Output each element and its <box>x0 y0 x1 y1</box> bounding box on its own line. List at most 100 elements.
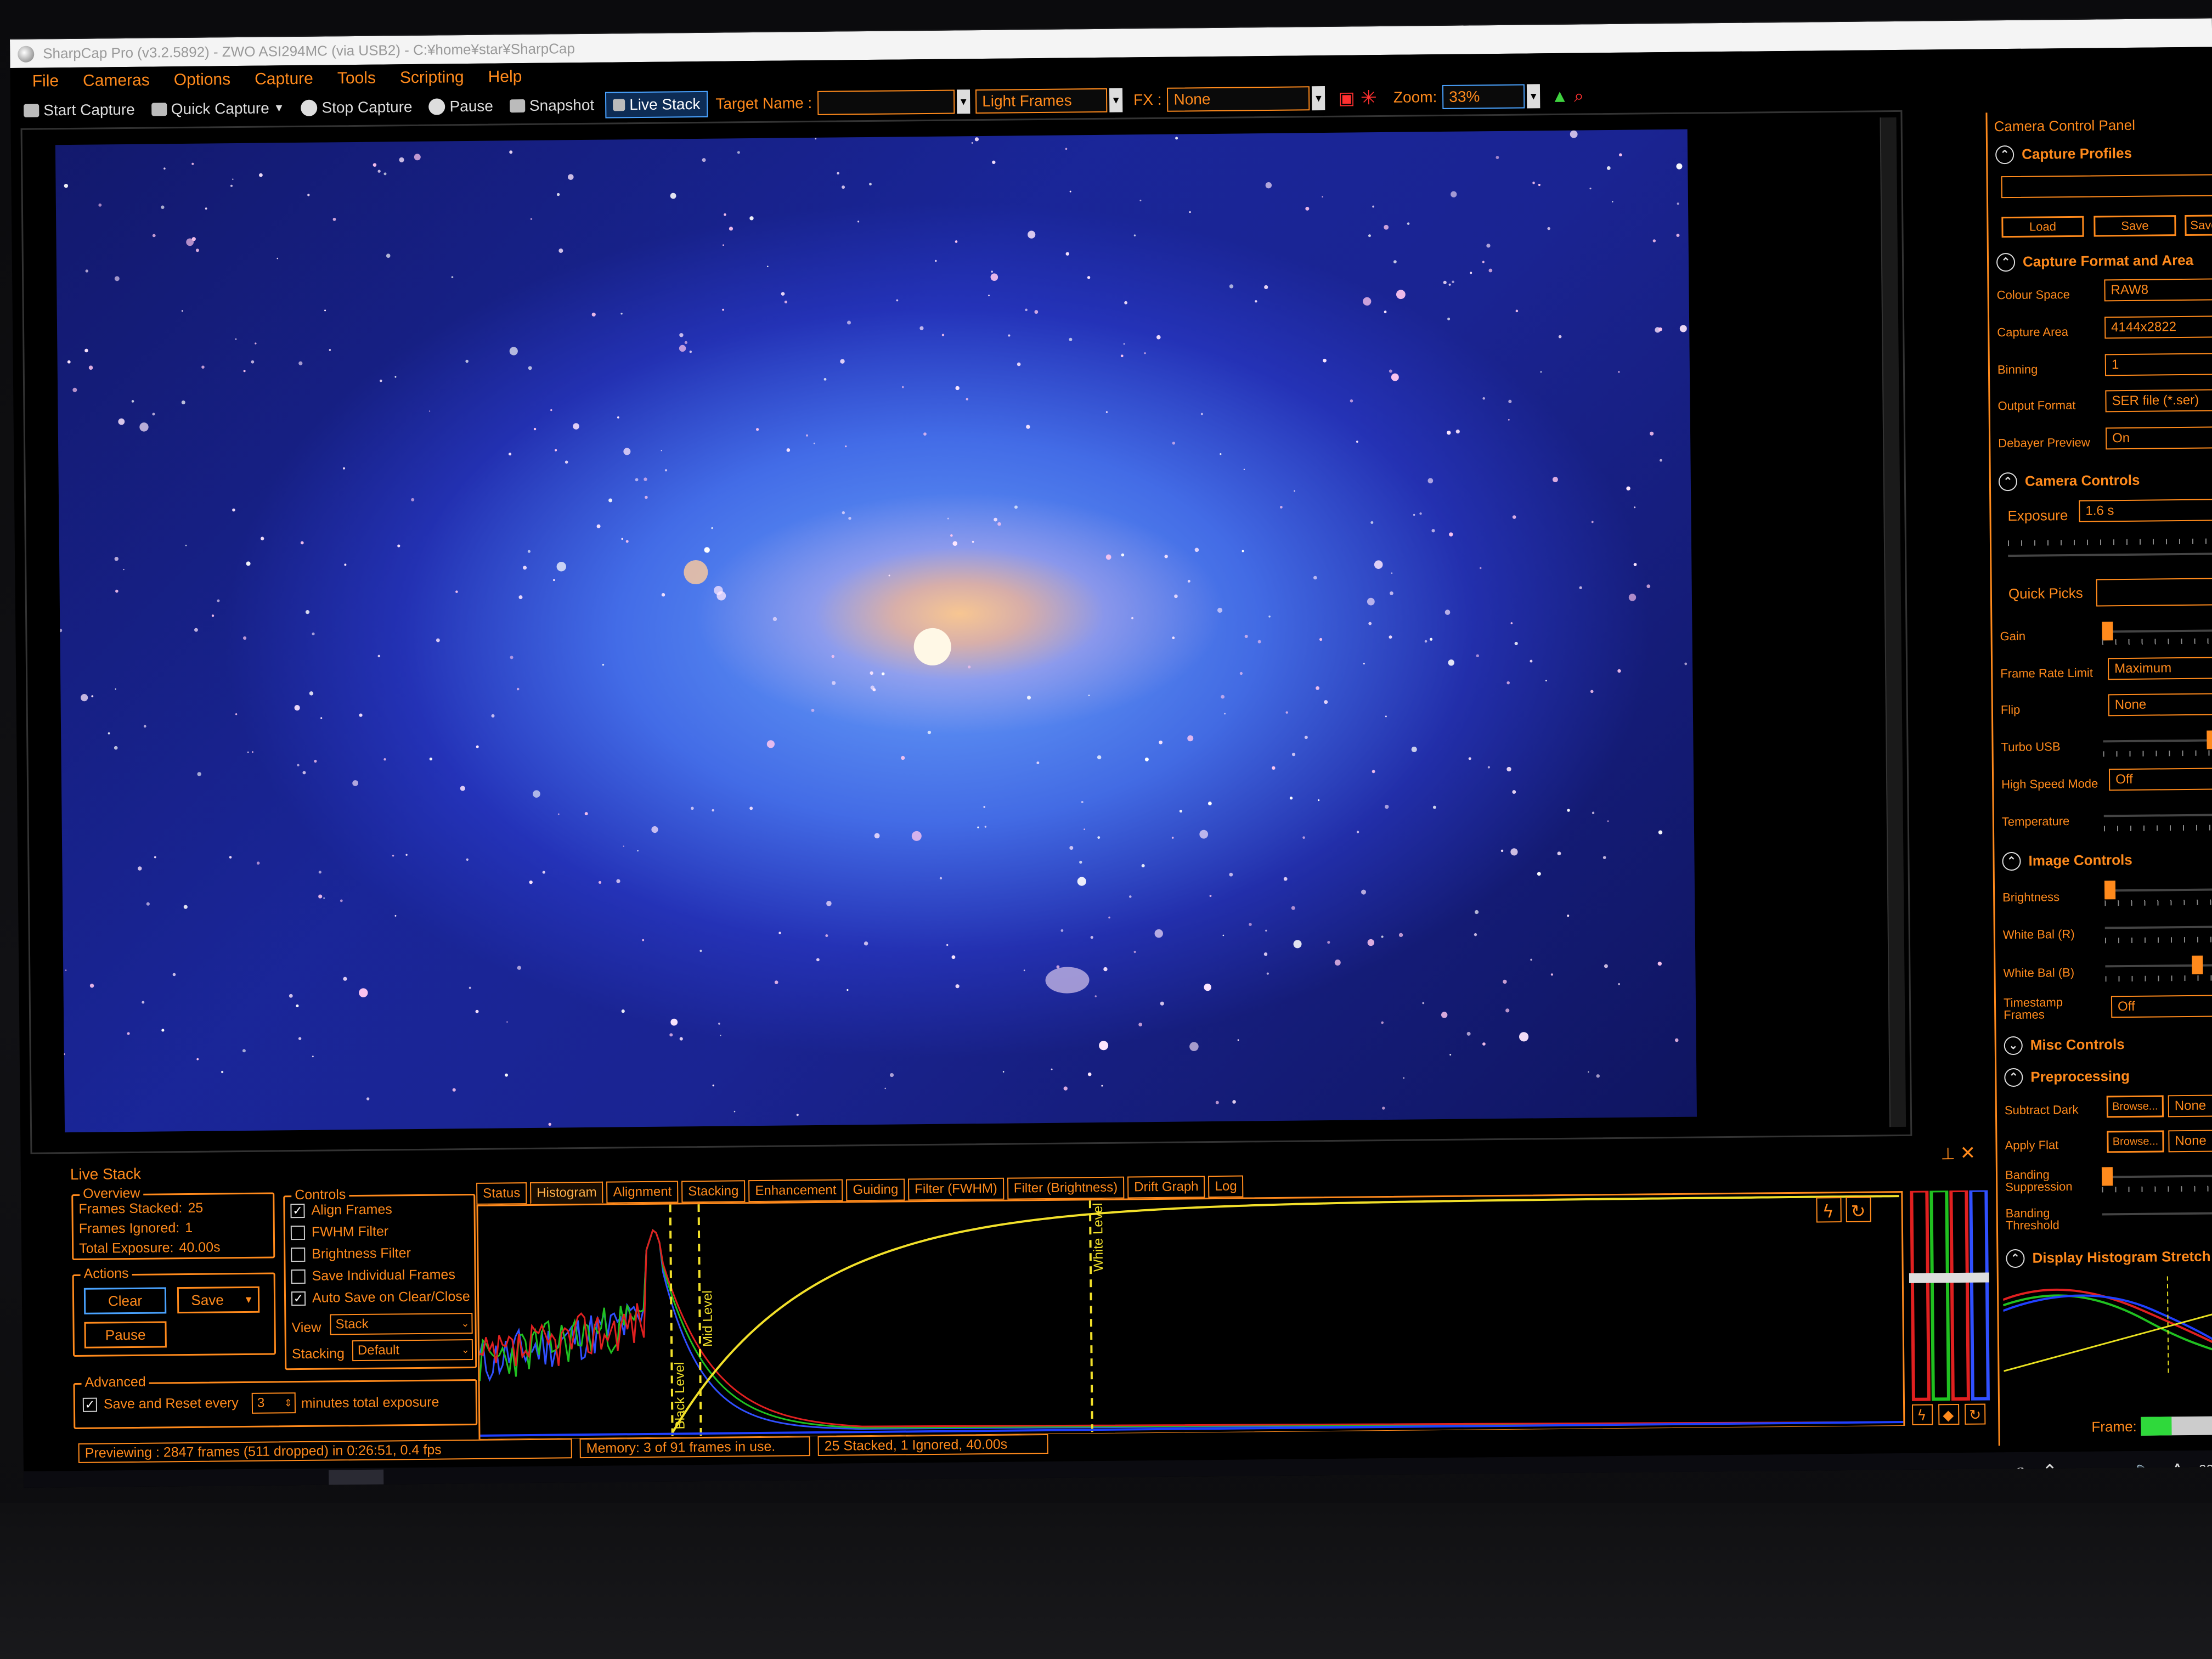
stacking-select[interactable]: Default ⌄ <box>352 1339 473 1362</box>
wb-b-slider-thumb[interactable] <box>2192 955 2203 974</box>
fx-select[interactable]: None <box>1167 86 1310 112</box>
tab-guiding[interactable]: Guiding <box>846 1178 905 1201</box>
brightness-slider-thumb[interactable] <box>2104 881 2116 900</box>
subtract-dark-value[interactable]: None <box>2168 1094 2212 1118</box>
apply-flat-browse-button[interactable]: Browse... <box>2107 1130 2164 1153</box>
clear-button[interactable]: Clear <box>83 1287 167 1314</box>
menu-scripting[interactable]: Scripting <box>400 64 464 92</box>
chevron-down-icon[interactable]: ▼ <box>1527 84 1541 109</box>
turbo-usb-slider[interactable] <box>2103 730 2212 749</box>
temperature-slider[interactable] <box>2103 814 2212 817</box>
load-profile-button[interactable]: Load <box>2001 216 2084 238</box>
save-as-profile-button[interactable]: Save <box>2185 215 2212 236</box>
pause-stack-button[interactable]: Pause <box>84 1321 167 1348</box>
menu-cameras[interactable]: Cameras <box>83 67 150 95</box>
reset-icon[interactable]: ↻ <box>1846 1197 1871 1222</box>
menu-options[interactable]: Options <box>174 66 231 94</box>
histogram-panel[interactable]: Black Level Mid Level White Level ϟ ↻ <box>476 1190 1905 1441</box>
chevron-up-icon[interactable]: ⌃ <box>1998 472 2018 492</box>
channel-level-bars[interactable]: ϟ ◆ ↻ <box>1908 1188 1991 1427</box>
tab-stacking[interactable]: Stacking <box>681 1180 746 1203</box>
apply-flat-value[interactable]: None <box>2168 1130 2212 1153</box>
blue-channel-bar[interactable] <box>1969 1188 1990 1401</box>
section-camera-controls[interactable]: ⌃ Camera Controls <box>1995 466 2212 494</box>
section-preprocessing[interactable]: ⌃ Preprocessing <box>2001 1062 2212 1090</box>
chevron-up-icon[interactable]: ⌃ <box>2006 1249 2025 1268</box>
brightness-filter-row[interactable]: Brightness Filter <box>291 1245 411 1262</box>
wb-r-slider[interactable] <box>2104 926 2212 929</box>
tab-filter-brightness[interactable]: Filter (Brightness) <box>1007 1176 1125 1200</box>
flip-select[interactable]: None <box>2108 693 2212 716</box>
exposure-input[interactable]: 1.6 s <box>2079 499 2212 522</box>
clock-year[interactable]: 2019 <box>2199 1462 2212 1478</box>
tab-log[interactable]: Log <box>1208 1175 1244 1198</box>
channel-bars-svg[interactable]: ϟ ◆ ↻ <box>1908 1188 1990 1426</box>
high-speed-select[interactable]: Off <box>2108 768 2212 791</box>
windows-start-icon[interactable]: ⊞ <box>100 1485 126 1488</box>
reticle-icon[interactable]: ✳ <box>1361 82 1378 113</box>
lightning-icon[interactable]: ϟ <box>1912 1404 1933 1425</box>
capture-area-select[interactable]: 4144x2822 <box>2104 315 2212 339</box>
histogram-icon[interactable]: ▲ <box>1551 81 1568 111</box>
gain-slider[interactable] <box>2102 622 2212 641</box>
fwhm-filter-checkbox[interactable] <box>290 1225 306 1240</box>
people-icon[interactable]: ዬ <box>2015 1461 2027 1482</box>
turbo-usb-slider-thumb[interactable] <box>2207 730 2212 749</box>
subtract-dark-browse-button[interactable]: Browse... <box>2106 1095 2164 1118</box>
chevron-down-icon[interactable]: ▼ <box>957 89 970 114</box>
target-name-input[interactable] <box>817 89 955 115</box>
menu-tools[interactable]: Tools <box>337 65 376 93</box>
binning-select[interactable]: 1 <box>2104 353 2212 376</box>
display-stretch-graph[interactable] <box>2002 1276 2212 1377</box>
section-capture-format[interactable]: ⌃ Capture Format and Area <box>1993 246 2212 275</box>
image-viewport[interactable] <box>20 110 1912 1154</box>
chevron-up-icon[interactable]: ⌃ <box>2002 851 2021 871</box>
chevron-down-icon[interactable]: ▼ <box>1109 88 1123 112</box>
file-explorer-icon[interactable]: ▬ <box>215 1484 240 1488</box>
lightning-icon[interactable]: ϟ <box>1816 1197 1842 1223</box>
chevron-up-icon[interactable]: ⌃ <box>2004 1068 2023 1087</box>
wifi-icon[interactable]: ◔ <box>2106 1460 2117 1482</box>
pin-icon[interactable]: ⊥ <box>1940 1144 1955 1164</box>
timestamp-select[interactable]: Off <box>2111 995 2212 1018</box>
vertical-scrollbar[interactable] <box>1880 117 1906 1127</box>
ime-indicator[interactable]: A <box>2171 1460 2183 1481</box>
wb-b-slider[interactable] <box>2105 955 2212 974</box>
save-reset-checkbox[interactable]: ✓ <box>82 1397 98 1412</box>
tab-enhancement[interactable]: Enhancement <box>748 1179 843 1203</box>
menu-capture[interactable]: Capture <box>255 65 313 93</box>
menu-file[interactable]: File <box>32 67 59 95</box>
exposure-slider[interactable] <box>2008 552 2212 557</box>
black-level-marker[interactable] <box>669 1204 674 1437</box>
stop-capture-button[interactable]: Stop Capture <box>295 92 418 123</box>
channel-bars-handle[interactable] <box>1909 1272 1989 1283</box>
chevron-down-icon[interactable]: ▼ <box>273 93 285 123</box>
chevron-down-icon[interactable]: ▼ <box>1312 86 1325 111</box>
frame-rate-select[interactable]: Maximum <box>2107 657 2212 680</box>
profile-select[interactable] <box>2001 174 2212 199</box>
close-icon[interactable]: ✕ <box>1960 1142 1976 1164</box>
align-frames-checkbox[interactable]: ✓ <box>290 1203 305 1218</box>
start-capture-button[interactable]: Start Capture <box>18 94 140 126</box>
section-display-stretch[interactable]: ⌃ Display Histogram Stretch <box>2002 1243 2212 1271</box>
live-stack-button[interactable]: Live Stack <box>605 91 708 119</box>
auto-save-row[interactable]: ✓ Auto Save on Clear/Close <box>291 1289 470 1306</box>
colour-space-select[interactable]: RAW8 <box>2104 278 2212 302</box>
quick-picks-select[interactable] <box>2096 578 2212 607</box>
save-reset-row[interactable]: ✓ Save and Reset every <box>82 1395 239 1413</box>
save-individual-row[interactable]: Save Individual Frames <box>291 1267 455 1284</box>
zoom-select[interactable]: 33% <box>1442 84 1525 109</box>
red-channel-bar-2[interactable] <box>1949 1188 1970 1401</box>
chevron-up-icon[interactable]: ⌃ <box>2042 1460 2058 1482</box>
tab-alignment[interactable]: Alignment <box>606 1181 679 1204</box>
gain-slider-thumb[interactable] <box>2102 622 2113 641</box>
align-frames-row[interactable]: ✓ Align Frames <box>290 1201 392 1218</box>
histogram-chart[interactable]: Black Level Mid Level White Level ϟ ↻ <box>478 1193 1904 1439</box>
chevron-up-icon[interactable]: ⌃ <box>1995 145 2015 165</box>
chevron-down-icon[interactable]: ⌄ <box>2004 1036 2023 1056</box>
tab-histogram[interactable]: Histogram <box>530 1181 603 1204</box>
chevron-down-icon[interactable]: ▼ <box>244 1288 253 1311</box>
save-profile-button[interactable]: Save <box>2094 215 2176 237</box>
frame-type-select[interactable]: Light Frames <box>975 88 1108 114</box>
chevron-up-icon[interactable]: ⌃ <box>1996 252 2016 272</box>
